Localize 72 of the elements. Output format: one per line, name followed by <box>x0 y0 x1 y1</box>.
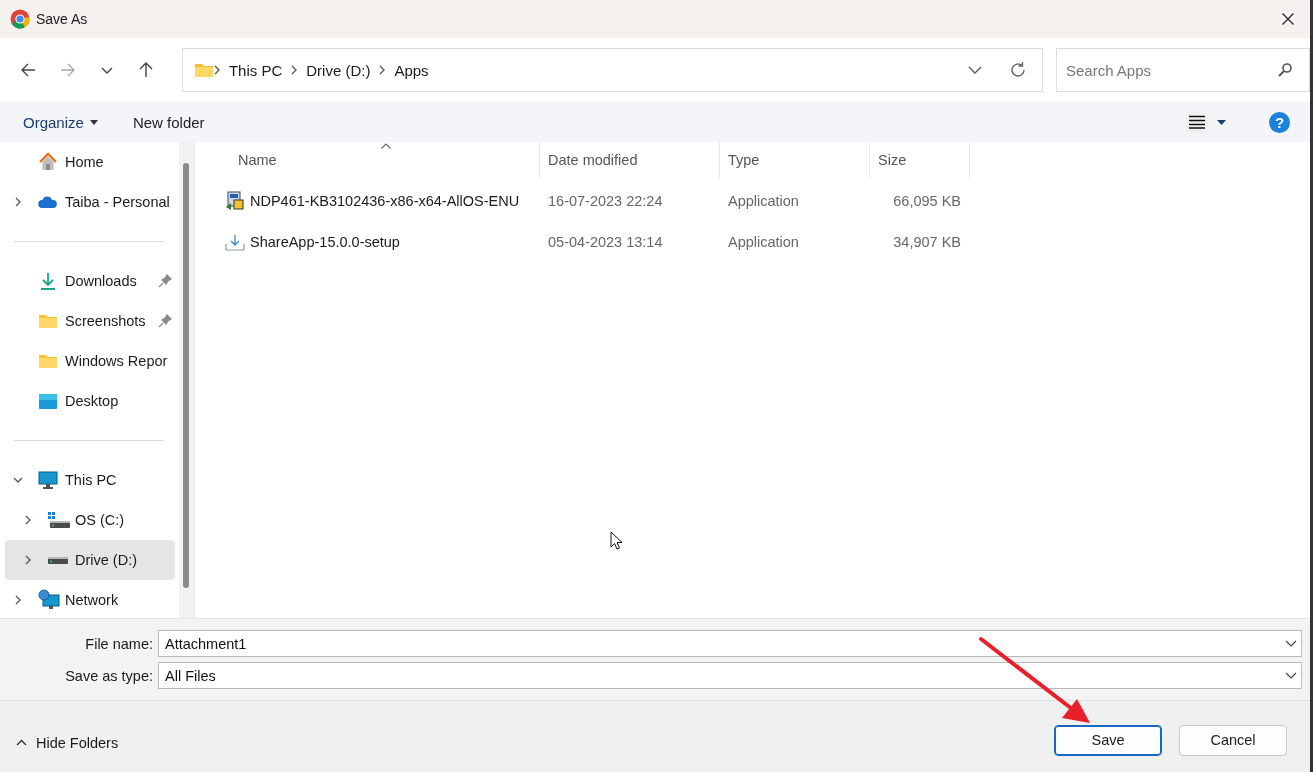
file-name-field[interactable]: Attachment1 <box>158 630 1302 657</box>
chevron-icon[interactable] <box>15 595 21 605</box>
chevron-icon[interactable] <box>1285 640 1297 647</box>
file-name-cell[interactable]: ShareApp-15.0.0-setup <box>215 221 540 262</box>
breadcrumb[interactable]: Apps <box>394 61 429 79</box>
column-header[interactable]: Name <box>215 142 540 178</box>
caret-icon <box>89 119 98 125</box>
save-button[interactable]: Save <box>1054 724 1162 756</box>
column-header[interactable]: Type <box>720 142 870 178</box>
file-type-label: Save as type: <box>64 667 153 684</box>
file-name-cell[interactable]: NDP461-KB3102436-x86-x64-AllOS-ENU <box>215 180 540 221</box>
type-cell-text: Application <box>727 191 800 211</box>
nav-item[interactable]: Windows Repor <box>5 341 175 381</box>
size-cell-text: 66,095 KB <box>892 191 962 211</box>
chevron-icon[interactable] <box>1285 672 1297 679</box>
type-cell-text: Application <box>727 232 800 252</box>
window-title: Save As <box>36 11 88 27</box>
folder-icon <box>194 62 213 78</box>
mouse-pointer-icon <box>610 531 623 550</box>
caret-icon <box>1217 119 1226 125</box>
nav-item[interactable]: Home <box>5 142 175 182</box>
download-icon <box>38 271 58 291</box>
installer-icon <box>225 190 245 211</box>
view-button[interactable] <box>1186 111 1208 133</box>
chevron-icon <box>16 739 27 746</box>
monitor-icon <box>38 470 58 490</box>
nav-item[interactable]: Screenshots <box>5 301 175 341</box>
nav-item[interactable]: Downloads <box>5 261 175 301</box>
organize-menu[interactable]: Organize <box>14 109 107 135</box>
nav-item[interactable]: Taiba - Personal <box>5 182 175 222</box>
cancel-button[interactable]: Cancel <box>1179 724 1287 756</box>
date-cell-text: 05-04-2023 13:14 <box>547 232 664 252</box>
refresh-icon[interactable] <box>1009 61 1027 79</box>
search-field[interactable]: Search Apps <box>1056 48 1310 92</box>
home-icon <box>38 152 58 172</box>
pin-icon[interactable] <box>158 274 172 288</box>
chevron-icon <box>212 65 221 75</box>
column-header[interactable]: Size <box>870 142 970 178</box>
scrollbar-thumb[interactable] <box>183 163 190 588</box>
chevron-icon <box>378 65 387 75</box>
file-name[interactable]: ShareApp-15.0.0-setup <box>250 233 400 250</box>
nav-item[interactable]: Drive (D:) <box>5 540 175 580</box>
pin-icon[interactable] <box>158 314 172 328</box>
network-icon <box>38 589 60 611</box>
date-cell-text: 16-07-2023 22:24 <box>547 191 664 211</box>
new-folder-button[interactable]: New folder <box>123 109 214 135</box>
list-view-icon <box>1189 115 1205 129</box>
close-icon <box>1282 13 1294 25</box>
file-name[interactable]: NDP461-KB3102436-x86-x64-AllOS-ENU <box>250 192 520 209</box>
breadcrumb[interactable]: This PC <box>228 61 283 79</box>
drive-icon <box>48 556 68 564</box>
hide-folders-button[interactable]: Hide Folders <box>10 730 125 755</box>
size-cell-text: 34,907 KB <box>892 232 962 252</box>
chevron-icon[interactable] <box>13 477 23 483</box>
nav-item[interactable]: This PC <box>5 460 175 500</box>
search-icon <box>1278 63 1292 77</box>
address-bar[interactable]: This PC Drive (D:) Apps <box>181 48 1043 92</box>
nav-item[interactable]: Network <box>5 580 175 618</box>
nav-item[interactable]: OS (C:) <box>5 500 175 540</box>
desktop-icon <box>38 391 58 411</box>
file-type-field[interactable]: All Files <box>158 662 1302 689</box>
chevron-icon <box>290 65 299 75</box>
column-header[interactable]: Date modified <box>540 142 720 178</box>
file-name-label: File name: <box>84 635 153 652</box>
chevron-icon[interactable] <box>25 515 31 525</box>
nav-item[interactable]: Desktop <box>5 381 175 421</box>
chevron-icon[interactable] <box>25 555 31 565</box>
help-button[interactable]: ? <box>1269 111 1290 133</box>
drive-icon <box>48 512 70 528</box>
chevron-icon[interactable] <box>15 197 21 207</box>
logo-icon <box>10 9 30 29</box>
breadcrumb[interactable]: Drive (D:) <box>306 61 371 79</box>
